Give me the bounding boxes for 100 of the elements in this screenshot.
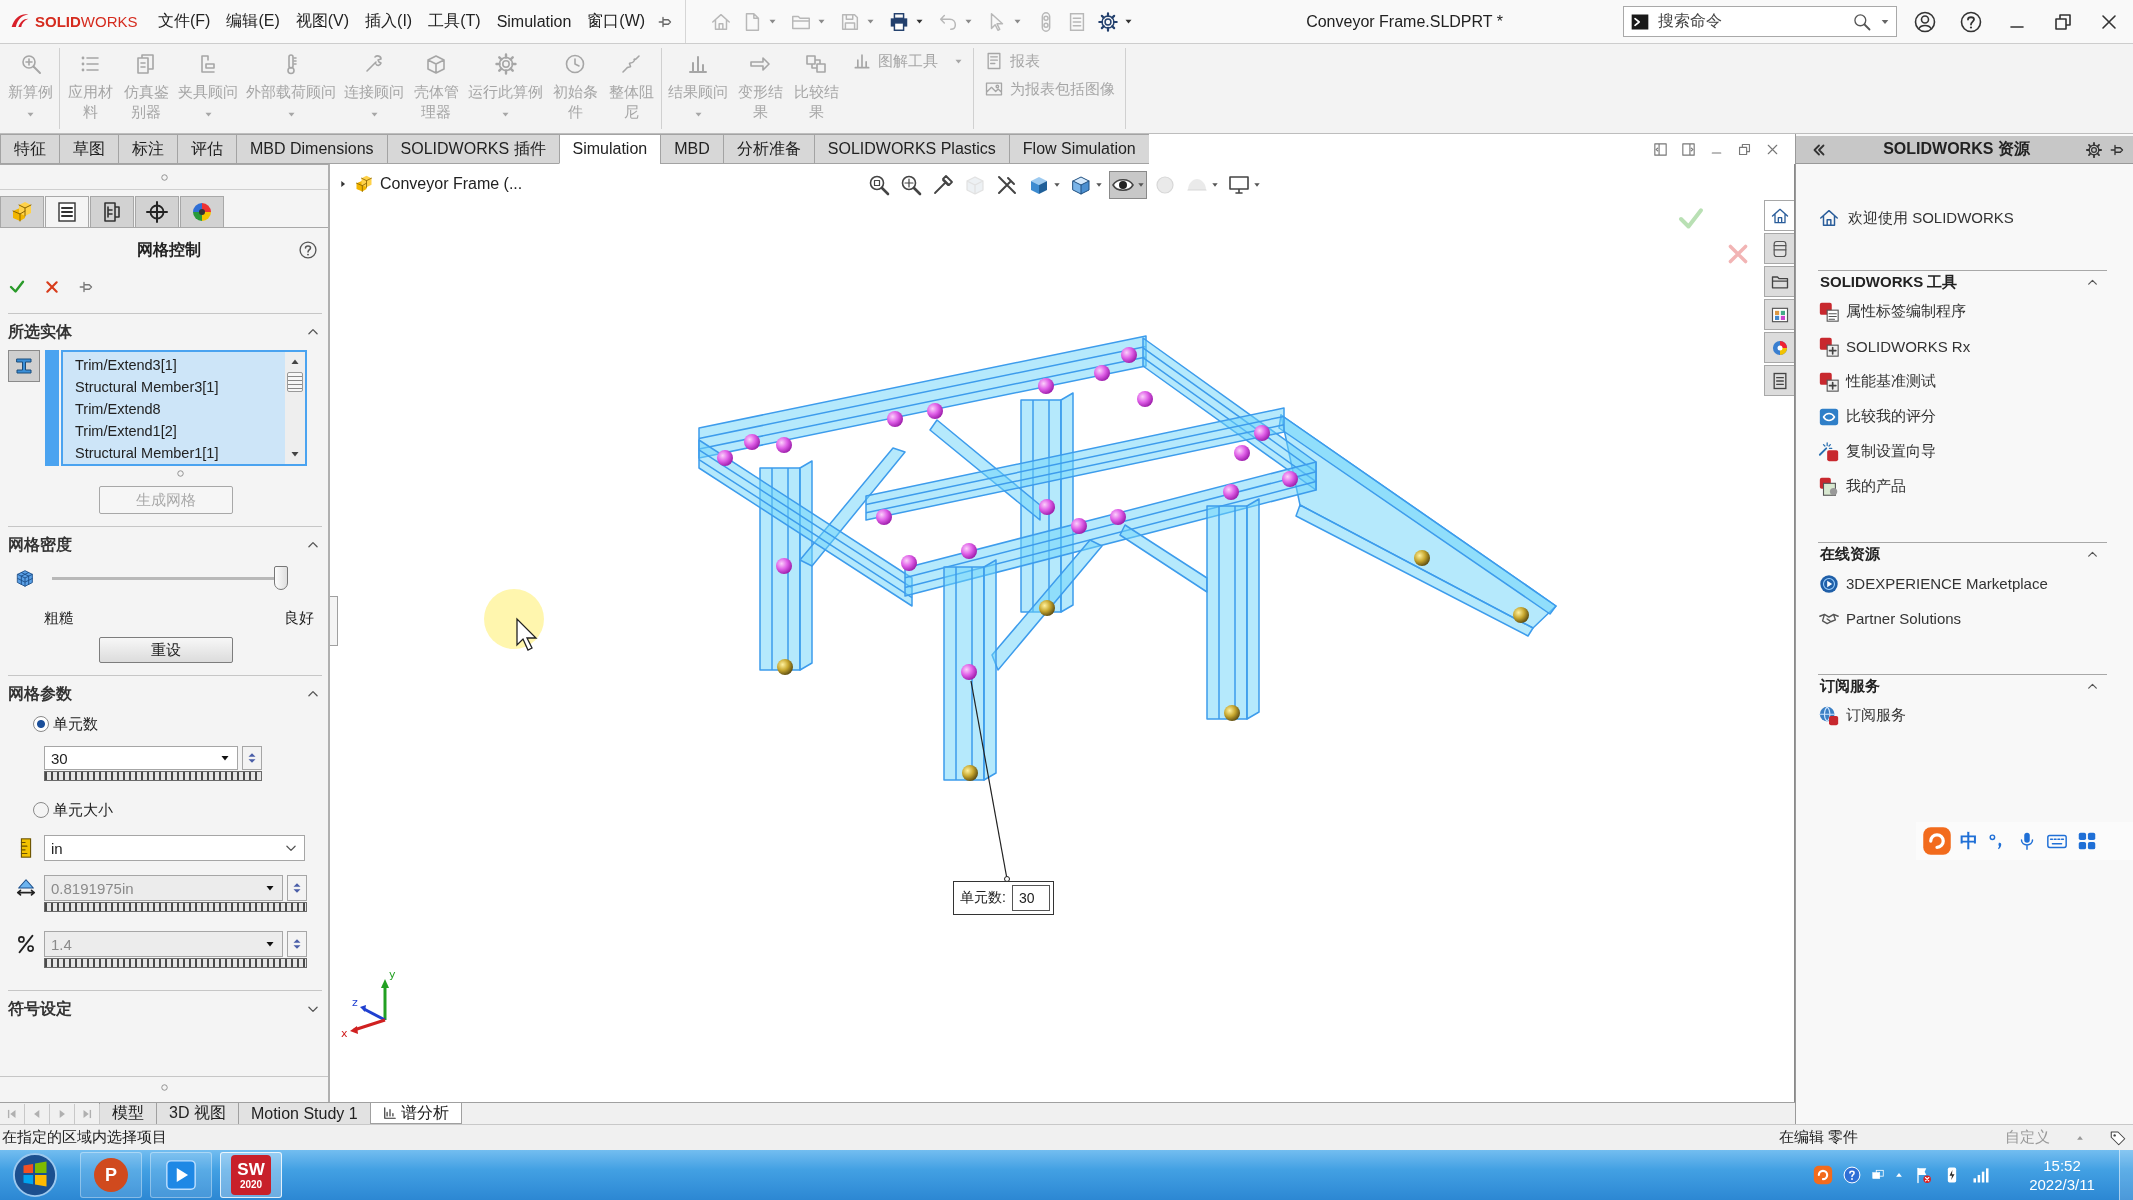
resource-link[interactable]: 3DEXPERIENCE Marketplace [1818, 566, 2107, 601]
ok-icon[interactable] [8, 278, 26, 296]
tab[interactable]: 谱分析 [370, 1103, 462, 1124]
list-item[interactable]: Structural Member3[1] [75, 376, 285, 398]
cancel-icon[interactable] [44, 279, 60, 295]
caret-icon [369, 110, 379, 119]
thumbwheel[interactable] [44, 771, 262, 781]
taskbar-button[interactable]: SW 2020 [220, 1152, 282, 1198]
toolbar-button[interactable] [1109, 171, 1147, 199]
tab[interactable]: Motion Study 1 [238, 1103, 371, 1124]
grip-icon[interactable] [174, 467, 186, 479]
menu-item[interactable]: Simulation [488, 12, 580, 31]
settings-icon[interactable] [2085, 140, 2103, 159]
ime-logo-icon[interactable] [1922, 826, 1952, 856]
tile-left-icon[interactable] [1652, 140, 1669, 158]
panel-tab[interactable] [180, 196, 224, 227]
user-icon[interactable] [1913, 9, 1937, 34]
graphics-area[interactable]: y z x Conveyor Frame (... 单元数: 30 [330, 164, 1763, 1102]
unit-dropdown[interactable]: in [44, 835, 305, 861]
splitter-handle[interactable] [330, 596, 338, 646]
resource-link[interactable]: 性能基准测试 [1818, 364, 2107, 399]
slider-thumb[interactable] [274, 566, 288, 590]
resource-link[interactable]: 订阅服务 [1818, 698, 2107, 733]
task-pane-tab[interactable] [1764, 200, 1794, 231]
resource-link[interactable]: 比较我的评分 [1818, 399, 2107, 434]
signal-icon[interactable] [1971, 1165, 1991, 1185]
taskbar-button[interactable]: P [80, 1152, 142, 1198]
help-icon[interactable] [1959, 9, 1983, 34]
tile-right-icon[interactable] [1680, 140, 1697, 158]
caret-icon [1095, 181, 1103, 189]
ime-mode-toggle[interactable]: 中 [1960, 829, 1978, 853]
tab[interactable]: 评估 [177, 134, 237, 164]
tab[interactable]: 3D 视图 [157, 1103, 239, 1124]
taskbar-button[interactable] [150, 1152, 212, 1198]
radio-button[interactable] [33, 802, 49, 818]
caret-icon [915, 17, 925, 26]
resource-link[interactable]: 复制设置向导 [1818, 434, 2107, 469]
tab[interactable]: 草图 [59, 134, 119, 164]
menu-item[interactable]: 视图(V) [287, 11, 358, 32]
menu-item[interactable]: 编辑(E) [218, 11, 288, 32]
menu-item[interactable]: 工具(T) [420, 11, 489, 32]
list-item[interactable]: Trim/Extend1[2] [75, 420, 285, 442]
resource-link[interactable]: 我的产品 [1818, 469, 2107, 504]
grip-icon[interactable] [158, 1082, 170, 1093]
cursor-icon [516, 617, 538, 651]
resource-link[interactable]: 属性标签编制程序 [1818, 294, 2107, 329]
section-title: 网格密度 [8, 534, 72, 555]
list-item[interactable]: Trim/Extend8 [75, 398, 285, 420]
welcome-link[interactable]: 欢迎使用 SOLIDWORKS [1818, 204, 2107, 232]
spin-button[interactable] [287, 875, 307, 901]
help-icon[interactable] [298, 240, 318, 260]
callout-value[interactable]: 30 [1011, 885, 1050, 911]
search-field[interactable]: 搜索命令 [1623, 6, 1897, 37]
menu-item[interactable]: 文件(F) [150, 11, 219, 32]
task-pane-tab[interactable] [1764, 233, 1794, 264]
tab[interactable]: 模型 [100, 1103, 157, 1124]
breadcrumb[interactable]: Conveyor Frame (... [380, 175, 523, 193]
panel-tab[interactable] [45, 196, 89, 227]
tab[interactable]: MBD Dimensions [236, 134, 388, 164]
reset-button[interactable]: 重设 [99, 637, 233, 663]
tab[interactable]: SOLIDWORKS 插件 [386, 134, 560, 164]
selection-list[interactable]: Trim/Extend3[1] Structural Member3[1] Trim/Extend8 Trim/Extend1[2] Structural Member1[1] [61, 350, 307, 466]
resource-link[interactable]: SOLIDWORKS Rx [1818, 329, 2107, 364]
group-title: SOLIDWORKS 工具 [1820, 273, 1958, 292]
list-item[interactable]: Structural Member1[1] [75, 442, 285, 464]
tab[interactable]: Simulation [558, 134, 662, 164]
ime-logo-icon[interactable] [1813, 1165, 1833, 1185]
panel-tab[interactable] [135, 196, 179, 227]
list-item[interactable]: Trim/Extend3[1] [75, 354, 285, 376]
cursor-highlight [484, 589, 544, 649]
tab[interactable]: Flow Simulation [1008, 134, 1150, 164]
scroll-thumb[interactable] [287, 372, 303, 392]
thumbwheel[interactable] [44, 958, 307, 968]
grid-icon[interactable] [2076, 830, 2098, 852]
mesh-control-marker [744, 434, 760, 450]
selection-filter-button[interactable] [8, 350, 40, 382]
spin-button[interactable] [242, 746, 262, 770]
tab[interactable]: MBD [660, 134, 724, 164]
window-icon[interactable] [1871, 1168, 1885, 1182]
tab[interactable]: 标注 [118, 134, 178, 164]
start-button-icon[interactable] [12, 1152, 58, 1198]
menu-item[interactable]: 窗口(W) [579, 11, 654, 32]
search-icon [1852, 11, 1872, 32]
task-pane-tab[interactable] [1764, 299, 1794, 330]
resource-link[interactable]: Partner Solutions [1818, 601, 2107, 636]
mesh-control-marker [1223, 484, 1239, 500]
task-pane-tab[interactable] [1764, 266, 1794, 297]
axis-label: x [341, 1027, 348, 1040]
element-count-field[interactable]: 30 [44, 746, 238, 770]
task-pane-tab[interactable] [1764, 365, 1794, 396]
tab[interactable]: SOLIDWORKS Plastics [813, 134, 1010, 164]
menu-item[interactable]: 插入(I) [357, 11, 421, 32]
radio-button[interactable] [33, 716, 49, 732]
task-pane-tab[interactable] [1764, 332, 1794, 363]
tab[interactable]: 特征 [0, 134, 60, 164]
spin-button[interactable] [287, 931, 307, 957]
tag-icon[interactable] [2109, 1128, 2127, 1147]
grip-icon[interactable] [158, 171, 170, 183]
thumbwheel[interactable] [44, 902, 307, 912]
tab[interactable]: 分析准备 [722, 134, 815, 164]
